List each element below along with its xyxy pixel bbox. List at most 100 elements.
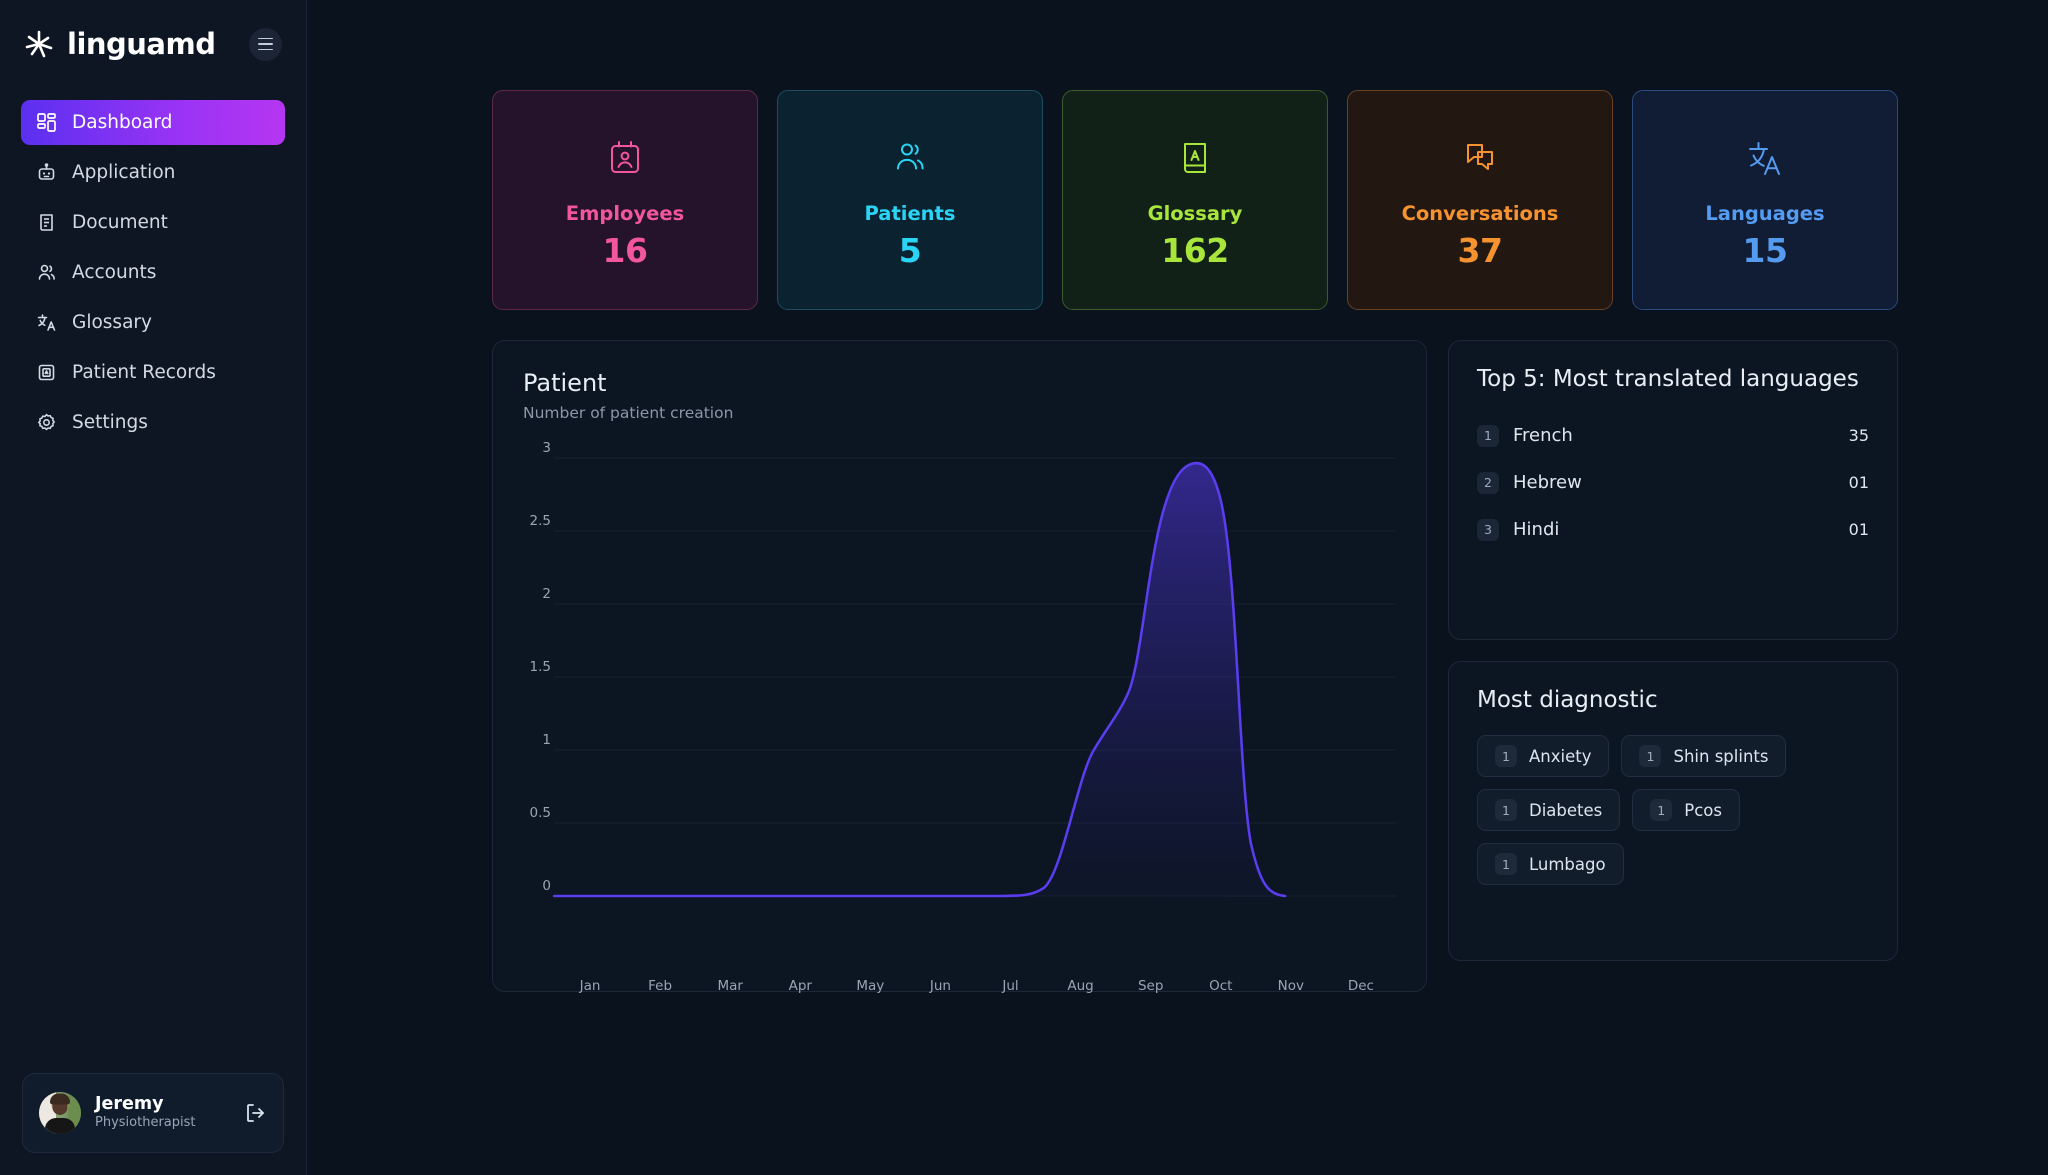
top-languages-panel: Top 5: Most translated languages 1 Frenc… <box>1448 340 1898 640</box>
diagnostic-label: Shin splints <box>1673 746 1769 766</box>
user-name: Jeremy <box>95 1093 164 1114</box>
x-tick-label: Apr <box>788 978 812 994</box>
sidebar-item-dashboard[interactable]: Dashboard <box>21 100 285 145</box>
stat-card-label: Glossary <box>1147 202 1243 225</box>
hamburger-icon[interactable] <box>249 27 282 61</box>
y-tick-label: 1.5 <box>529 659 551 675</box>
stat-card-employees[interactable]: Employees 16 <box>492 90 758 310</box>
scroll-document-icon <box>36 212 57 233</box>
panel-title: Most diagnostic <box>1477 687 1658 713</box>
sidebar-item-application[interactable]: Application <box>21 150 285 195</box>
stat-card-label: Patients <box>864 202 956 225</box>
sidebar-item-accounts[interactable]: Accounts <box>21 250 285 295</box>
users-icon <box>36 262 57 283</box>
diagnostic-label: Lumbago <box>1529 854 1606 874</box>
language-count: 01 <box>1848 473 1869 492</box>
sidebar-nav: Dashboard Application Document Accounts … <box>0 100 306 445</box>
content-row: Patient Number of patient creation 3 2.5… <box>492 340 1898 994</box>
x-tick-label: Aug <box>1067 978 1094 994</box>
count-badge: 1 <box>1639 745 1662 767</box>
right-column: Top 5: Most translated languages 1 Frenc… <box>1448 340 1898 961</box>
glossary-book-icon <box>1173 130 1217 186</box>
user-role: Physiotherapist <box>95 1115 196 1131</box>
sidebar-item-label: Document <box>72 212 168 233</box>
sidebar-item-glossary[interactable]: Glossary <box>21 300 285 345</box>
sidebar-item-label: Dashboard <box>72 112 173 133</box>
diagnostic-chip[interactable]: 1 Pcos <box>1632 789 1740 831</box>
sidebar-item-settings[interactable]: Settings <box>21 400 285 445</box>
stat-card-value: 37 <box>1457 231 1503 270</box>
x-tick-label: Jun <box>929 978 951 994</box>
list-item[interactable]: 1 French 35 <box>1477 412 1869 459</box>
stat-card-conversations[interactable]: Conversations 37 <box>1347 90 1613 310</box>
sidebar-header: linguamd <box>0 0 306 66</box>
stat-card-glossary[interactable]: Glossary 162 <box>1062 90 1328 310</box>
chart-canvas[interactable]: 3 2.5 2 1.5 1 0.5 0 Jan Feb Mar Apr May … <box>513 440 1396 994</box>
sidebar-item-label: Glossary <box>72 312 152 333</box>
diagnostic-chip[interactable]: 1 Lumbago <box>1477 843 1624 885</box>
list-item[interactable]: 2 Hebrew 01 <box>1477 459 1869 506</box>
rank-badge: 1 <box>1477 424 1499 447</box>
chart-title: Patient <box>523 369 607 397</box>
y-tick-label: 2 <box>542 586 551 602</box>
sidebar-item-document[interactable]: Document <box>21 200 285 245</box>
stat-card-languages[interactable]: Languages 15 <box>1632 90 1898 310</box>
language-name: Hindi <box>1513 519 1560 540</box>
y-tick-label: 0.5 <box>529 805 551 821</box>
chart-subtitle: Number of patient creation <box>523 404 734 422</box>
patients-icon <box>888 130 932 186</box>
sidebar-item-label: Settings <box>72 412 148 433</box>
languages-list: 1 French 35 2 Hebrew 01 3 Hindi 01 <box>1477 412 1869 553</box>
x-tick-label: Feb <box>648 978 673 994</box>
translate-icon <box>36 312 57 333</box>
brand[interactable]: linguamd <box>22 27 216 61</box>
id-card-icon <box>36 362 57 383</box>
y-tick-label: 1 <box>542 732 551 748</box>
stat-card-value: 162 <box>1161 231 1229 270</box>
x-tick-label: Mar <box>717 978 743 994</box>
rank-badge: 3 <box>1477 518 1499 541</box>
chart-area-fill <box>554 463 1286 897</box>
logout-icon[interactable] <box>243 1101 267 1125</box>
avatar <box>39 1092 81 1134</box>
diagnostic-label: Pcos <box>1684 800 1722 820</box>
list-item[interactable]: 3 Hindi 01 <box>1477 506 1869 553</box>
diagnostic-chip-list: 1 Anxiety 1 Shin splints 1 Diabetes 1 Pc… <box>1477 735 1869 885</box>
gear-icon <box>36 412 57 433</box>
employee-badge-icon <box>603 130 647 186</box>
robot-icon <box>36 162 57 183</box>
stat-card-label: Languages <box>1705 202 1825 225</box>
app-root: linguamd Dashboard Application Document … <box>0 0 2048 1175</box>
language-count: 35 <box>1848 426 1869 445</box>
language-name: Hebrew <box>1513 472 1582 493</box>
panel-title: Top 5: Most translated languages <box>1477 366 1859 392</box>
diagnostic-chip[interactable]: 1 Shin splints <box>1621 735 1787 777</box>
rank-badge: 2 <box>1477 471 1499 494</box>
sidebar-item-patient-records[interactable]: Patient Records <box>21 350 285 395</box>
stat-card-label: Employees <box>565 202 685 225</box>
stat-cards-row: Employees 16 Patients 5 Glossary 162 Con… <box>492 90 1898 310</box>
translate-icon <box>1743 130 1787 186</box>
y-tick-label: 3 <box>542 440 551 456</box>
patient-chart-panel: Patient Number of patient creation 3 2.5… <box>492 340 1427 994</box>
count-badge: 1 <box>1650 799 1673 821</box>
user-profile-card[interactable]: Jeremy Physiotherapist <box>22 1073 284 1153</box>
language-name: French <box>1513 425 1573 446</box>
sidebar-item-label: Accounts <box>72 262 157 283</box>
stat-card-value: 15 <box>1742 231 1788 270</box>
stat-card-value: 16 <box>602 231 648 270</box>
stat-card-label: Conversations <box>1401 202 1559 225</box>
count-badge: 1 <box>1495 799 1517 821</box>
count-badge: 1 <box>1495 853 1517 875</box>
stat-card-value: 5 <box>898 231 922 270</box>
brand-name: linguamd <box>67 27 216 61</box>
patient-area-chart <box>552 457 1396 898</box>
stat-card-patients[interactable]: Patients 5 <box>777 90 1043 310</box>
diagnostic-chip[interactable]: 1 Diabetes <box>1477 789 1621 831</box>
grid-dashboard-icon <box>36 112 57 133</box>
x-tick-label: Sep <box>1137 978 1164 994</box>
most-diagnostic-panel: Most diagnostic 1 Anxiety 1 Shin splints… <box>1448 661 1898 961</box>
diagnostic-chip[interactable]: 1 Anxiety <box>1477 735 1610 777</box>
x-tick-label: Jul <box>1002 978 1019 994</box>
y-tick-label: 2.5 <box>529 513 551 529</box>
